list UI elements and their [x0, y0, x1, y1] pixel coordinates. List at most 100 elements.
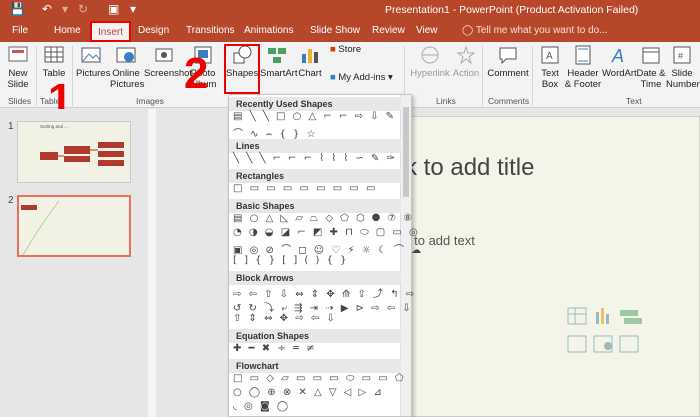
tab-slide-show[interactable]: Slide Show — [310, 25, 360, 36]
smartart-icon — [268, 48, 286, 63]
flowchart-row-2[interactable]: ○ ◯ ⊕ ⊗ ✕ △ ▽ ◁ ▷ ⊿ — [233, 387, 384, 398]
screenshot-button[interactable]: Screenshot — [144, 44, 192, 79]
date-time-button[interactable]: Date & Time — [636, 44, 666, 90]
text-box-icon: A — [541, 46, 559, 64]
pane-splitter[interactable] — [148, 109, 156, 417]
svg-text:A: A — [546, 51, 553, 62]
text-box-button[interactable]: A Text Box — [536, 44, 564, 90]
customize-qa-icon[interactable]: ▾ — [130, 2, 136, 16]
insert-smartart-icon[interactable] — [620, 310, 642, 324]
redo-icon[interactable]: ↻ — [78, 2, 88, 16]
tab-file[interactable]: File — [12, 25, 28, 36]
hyperlink-button[interactable]: Hyperlink — [410, 44, 450, 79]
pictures-button[interactable]: Pictures — [76, 44, 110, 79]
table-icon — [44, 46, 64, 63]
tell-me-box[interactable]: ◯ Tell me what you want to do... — [462, 25, 608, 36]
chart-icon — [302, 49, 318, 63]
insert-table-icon[interactable] — [567, 307, 587, 325]
recent-shapes-row-2[interactable]: ⌒ ∿ ⌢ { } ☆ — [233, 125, 318, 140]
tab-view[interactable]: View — [416, 25, 438, 36]
group-label-text: Text — [626, 96, 642, 106]
group-separator — [482, 46, 483, 106]
shapes-highlight-box — [224, 44, 260, 94]
tab-design[interactable]: Design — [138, 25, 169, 36]
new-slide-icon — [8, 46, 28, 62]
action-icon — [456, 45, 476, 65]
recent-shapes-row-1[interactable]: ▤ ╲ ╲ □ ○ △ ⌐ ⌐ ⇨ ⇩ ✎ — [233, 111, 396, 122]
window-title: Presentation1 - PowerPoint (Product Acti… — [385, 4, 639, 16]
insert-online-picture-icon[interactable] — [593, 335, 613, 353]
flowchart-row-1[interactable]: □ ▭ ◇ ▱ ▭ ▭ ▭ ⬭ ▭ ▭ ⬠ — [233, 373, 406, 384]
block-arrows-row-3[interactable]: ⇧ ⇕ ⇔ ✥ ⇨ ⇦ ⇩ — [233, 313, 337, 324]
present-icon[interactable]: ▣ — [108, 2, 119, 16]
title-placeholder[interactable]: ck to add title — [393, 154, 534, 182]
wordart-button[interactable]: A WordArt — [602, 44, 637, 79]
scrollbar-thumb[interactable] — [403, 107, 409, 197]
chart-button[interactable]: Chart — [296, 44, 324, 79]
group-label-images: Images — [136, 96, 164, 106]
tab-review[interactable]: Review — [372, 25, 405, 36]
store-button[interactable]: ■ Store — [330, 44, 370, 55]
ribbon-tabs: File Home Insert Design Transitions Anim… — [0, 20, 700, 42]
basic-shapes-row-3[interactable]: ▣ ◎ ⊘ ⌒ ◻ ☺ ♡ ⚡ ☼ ☾ ⌒ ☁ — [233, 241, 423, 256]
comment-icon — [499, 47, 517, 65]
chevron-down-icon: ▾ — [388, 72, 393, 83]
slide-thumbnail-pane: 1 Sorting and ... 2 — [0, 109, 148, 417]
svg-text:#: # — [678, 51, 683, 61]
equation-shapes-row[interactable]: ✚ ━ ✖ ÷ ═ ≠ — [233, 343, 316, 354]
lightbulb-icon: ◯ — [462, 25, 474, 36]
tab-animations[interactable]: Animations — [244, 25, 293, 36]
tab-transitions[interactable]: Transitions — [186, 25, 235, 36]
content-insert-icons — [567, 307, 642, 353]
group-separator — [532, 46, 533, 106]
smartart-button[interactable]: SmartArt — [260, 44, 297, 79]
table-button[interactable]: Table — [40, 44, 68, 79]
title-bar: 💾 ↶ ▾ ↻ ▣ ▾ Presentation1 - PowerPoint (… — [0, 0, 700, 20]
basic-shapes-row-2[interactable]: ◔ ◑ ◒ ◪ ⌐ ◩ ✚ ⊓ ⬭ ▢ ▭ ◎ — [233, 227, 420, 238]
basic-shapes-row-1[interactable]: ▤ ○ △ ◺ ▱ ⏢ ◇ ⬠ ⬡ ⯃ ⑦ ⑧ — [233, 213, 414, 224]
insert-video-icon[interactable] — [619, 335, 639, 353]
online-pictures-button[interactable]: Online Pictures — [110, 44, 144, 90]
category-basic-shapes: Basic Shapes — [229, 199, 401, 213]
step-2-marker: 2 — [184, 49, 209, 98]
tab-home[interactable]: Home — [54, 25, 81, 36]
slide-number-button[interactable]: # Slide Number — [666, 44, 700, 90]
insert-picture-icon[interactable] — [567, 335, 587, 353]
lines-row[interactable]: ╲ ╲ ╲ ⌐ ⌐ ⌐ ⌇ ⌇ ⌇ ∽ ✎ ✑ — [233, 153, 397, 164]
category-recently-used: Recently Used Shapes — [229, 97, 401, 111]
group-label-links: Links — [436, 96, 456, 106]
flowchart-row-3[interactable]: ◟ ◎ ◙ ◯ — [233, 401, 290, 412]
group-label-comments: Comments — [488, 96, 530, 106]
pictures-icon — [81, 47, 101, 63]
undo-icon[interactable]: ↶ — [42, 2, 52, 16]
rectangles-row[interactable]: □ ▭ ▭ ▭ ▭ ▭ ▭ ▭ ▭ — [233, 183, 377, 194]
save-icon[interactable]: 💾 — [10, 2, 25, 16]
slide-number-1: 1 — [8, 121, 14, 132]
action-button[interactable]: Action — [452, 44, 480, 79]
dropdown-arrow-icon[interactable]: ▾ — [62, 2, 68, 16]
hyperlink-icon — [421, 46, 439, 64]
insert-chart-icon[interactable] — [596, 308, 609, 324]
basic-shapes-row-4[interactable]: [ ] { } [ ] ( ) { } — [233, 255, 348, 266]
category-equation-shapes: Equation Shapes — [229, 329, 401, 343]
tab-insert[interactable]: Insert — [90, 21, 132, 42]
comment-button[interactable]: Comment — [486, 44, 530, 79]
flowchart-preview — [40, 142, 124, 166]
header-footer-button[interactable]: Header & Footer — [564, 44, 602, 90]
block-arrows-row-1[interactable]: ⇨ ⇦ ⇧ ⇩ ⇔ ⇕ ✥ ⟰ ⇪ ⤴ ↰ ⇨ — [233, 285, 416, 300]
screenshot-icon — [155, 48, 173, 62]
slide-thumbnail-1[interactable]: Sorting and ... — [17, 121, 131, 183]
category-block-arrows: Block Arrows — [229, 271, 401, 285]
online-pictures-icon — [116, 47, 136, 63]
category-flowchart: Flowchart — [229, 359, 401, 373]
my-addins-button[interactable]: ■ My Add-ins ▾ — [330, 72, 402, 83]
slide-thumbnail-2[interactable] — [17, 195, 131, 257]
slide-preview — [21, 200, 60, 255]
addins-icon: ■ — [330, 72, 336, 83]
store-icon: ■ — [330, 44, 336, 55]
calendar-icon — [642, 47, 660, 64]
new-slide-button[interactable]: New Slide — [4, 44, 32, 90]
category-rectangles: Rectangles — [229, 169, 401, 183]
block-arrows-row-2[interactable]: ↺ ↻ ⤵ ⤶ ⇶ ⇥ ⇢ ▶ ⊳ ⇨ ⇦ ⇩ — [233, 299, 413, 314]
slide-number-icon: # — [673, 46, 691, 64]
